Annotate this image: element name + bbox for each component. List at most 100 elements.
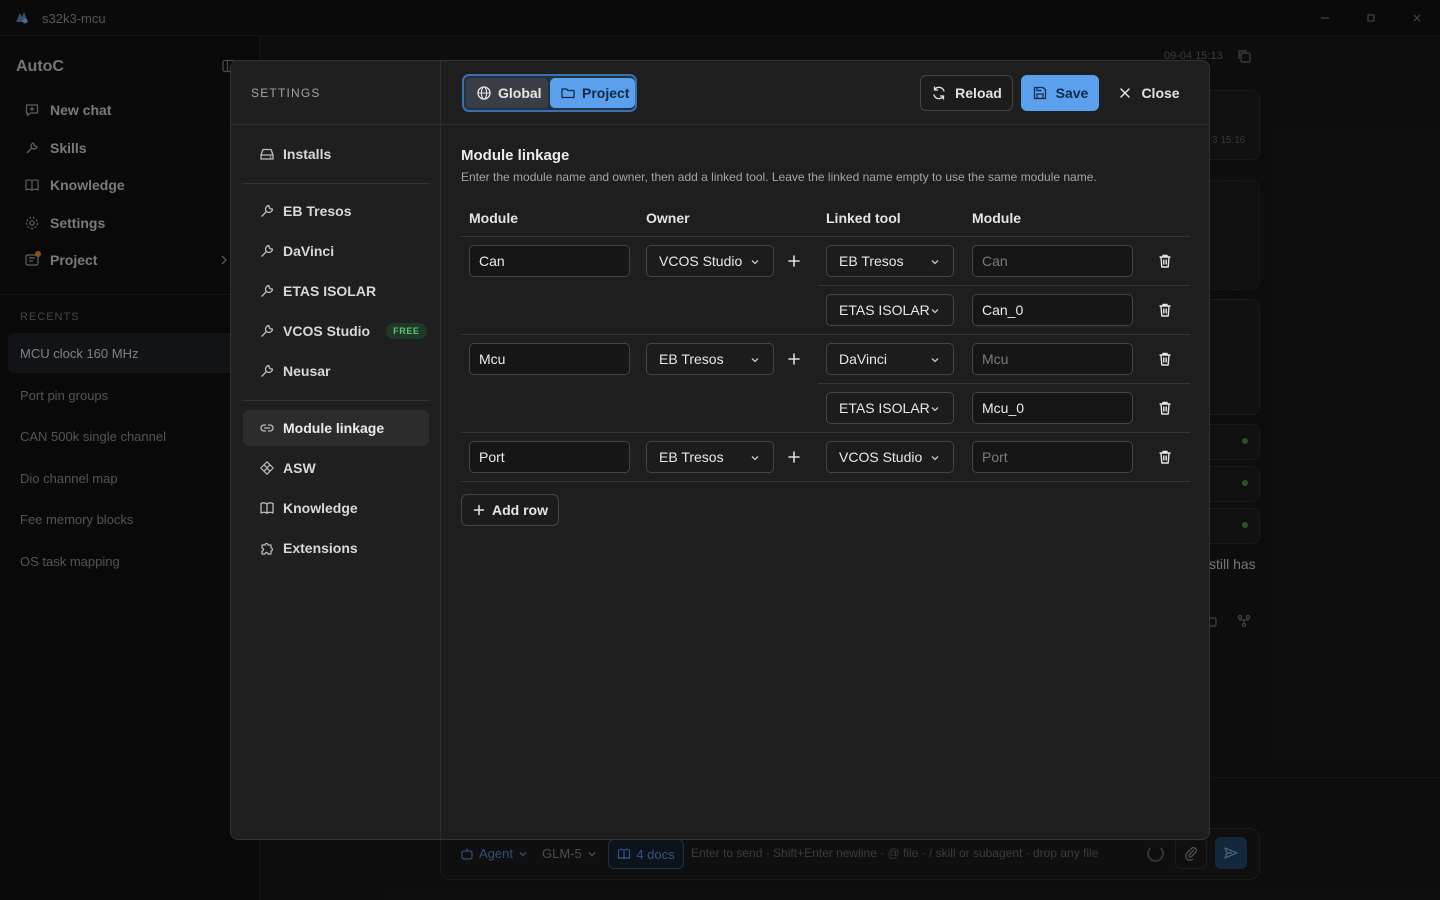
trash-icon[interactable] [1157, 302, 1173, 318]
owner-select[interactable]: EB Tresos [646, 441, 774, 473]
table-divider [818, 285, 1190, 286]
settings-nav-module-linkage[interactable]: Module linkage [243, 410, 429, 446]
column-header-module: Module [469, 210, 518, 226]
free-badge: FREE [386, 323, 427, 339]
settings-nav-eb-tresos[interactable]: EB Tresos [243, 193, 429, 229]
globe-icon [476, 85, 492, 101]
add-row-button[interactable]: Add row [461, 494, 559, 526]
wrench-icon [259, 363, 275, 379]
settings-dialog: SETTINGS Installs EB Tresos DaVinci ETAS… [230, 60, 1210, 840]
module-input[interactable]: Mcu [469, 343, 630, 375]
linked-module-input[interactable]: Can_0 [972, 294, 1133, 326]
puzzle-icon [259, 540, 275, 556]
owner-select-value: EB Tresos [659, 449, 724, 465]
save-button[interactable]: Save [1021, 75, 1099, 111]
reload-label: Reload [955, 85, 1002, 101]
trash-icon[interactable] [1157, 449, 1173, 465]
settings-nav-etas-isolar[interactable]: ETAS ISOLAR [243, 273, 429, 309]
wrench-icon [259, 283, 275, 299]
settings-nav-label: EB Tresos [283, 203, 352, 219]
linked-module-input[interactable]: Port [972, 441, 1133, 473]
add-link-plus-icon[interactable] [786, 351, 802, 367]
linked-tool-value: DaVinci [839, 351, 887, 367]
nav-separator [243, 400, 429, 401]
folder-icon [560, 85, 576, 101]
owner-select-value: VCOS Studio [659, 253, 743, 269]
nav-separator [243, 183, 429, 184]
chevron-down-icon [750, 257, 760, 267]
column-header-owner: Owner [646, 210, 690, 226]
scope-global-label: Global [498, 85, 542, 101]
close-label: Close [1141, 85, 1180, 101]
settings-nav-knowledge[interactable]: Knowledge [243, 490, 429, 526]
reload-button[interactable]: Reload [920, 75, 1013, 111]
owner-select[interactable]: EB Tresos [646, 343, 774, 375]
save-label: Save [1055, 85, 1089, 101]
linked-tool-select[interactable]: VCOS Studio [826, 441, 954, 473]
asw-icon [259, 460, 275, 476]
save-icon [1032, 85, 1048, 101]
chevron-down-icon [750, 453, 760, 463]
linked-tool-select[interactable]: EB Tresos [826, 245, 954, 277]
settings-nav-vcos-studio[interactable]: VCOS Studio FREE [243, 313, 429, 349]
scope-toggle: Global Project [462, 74, 637, 112]
plus-icon [472, 503, 486, 517]
linked-tool-select[interactable]: ETAS ISOLAR [826, 392, 954, 424]
wrench-icon [259, 243, 275, 259]
add-row-label: Add row [492, 502, 548, 518]
settings-nav-extensions[interactable]: Extensions [243, 530, 429, 566]
trash-icon[interactable] [1157, 400, 1173, 416]
chevron-down-icon [930, 306, 940, 316]
chevron-down-icon [930, 355, 940, 365]
chevron-down-icon [930, 257, 940, 267]
owner-select[interactable]: VCOS Studio [646, 245, 774, 277]
chevron-down-icon [750, 355, 760, 365]
settings-nav-neusar[interactable]: Neusar [243, 353, 429, 389]
settings-nav-label: Extensions [283, 540, 358, 556]
link-icon [259, 420, 275, 436]
linked-tool-value: EB Tresos [839, 253, 904, 269]
table-divider [461, 481, 1190, 482]
settings-nav-installs[interactable]: Installs [243, 136, 429, 172]
settings-nav-label: Neusar [283, 363, 331, 379]
module-input[interactable]: Port [469, 441, 630, 473]
linked-module-input[interactable]: Mcu_0 [972, 392, 1133, 424]
settings-nav-label: DaVinci [283, 243, 335, 259]
scope-project-button[interactable]: Project [550, 78, 635, 108]
settings-nav-label: ASW [283, 460, 316, 476]
scope-global-button[interactable]: Global [466, 78, 548, 108]
settings-nav-asw[interactable]: ASW [243, 450, 429, 486]
add-link-plus-icon[interactable] [786, 449, 802, 465]
settings-nav-davinci[interactable]: DaVinci [243, 233, 429, 269]
linked-module-input[interactable]: Can [972, 245, 1133, 277]
column-header-linked-tool: Linked tool [826, 210, 901, 226]
table-divider [461, 236, 1190, 237]
linked-tool-value: VCOS Studio [839, 449, 923, 465]
trash-icon[interactable] [1157, 351, 1173, 367]
linked-module-input[interactable]: Mcu [972, 343, 1133, 375]
close-icon [1117, 85, 1133, 101]
chevron-down-icon [930, 453, 940, 463]
add-link-plus-icon[interactable] [786, 253, 802, 269]
wrench-icon [259, 203, 275, 219]
wrench-icon [259, 323, 275, 339]
close-button[interactable]: Close [1111, 75, 1186, 111]
chevron-down-icon [930, 404, 940, 414]
module-input[interactable]: Can [469, 245, 630, 277]
column-header-linked-module: Module [972, 210, 1021, 226]
table-divider [461, 432, 1190, 433]
trash-icon[interactable] [1157, 253, 1173, 269]
section-description: Enter the module name and owner, then ad… [461, 170, 1097, 184]
table-divider [818, 383, 1190, 384]
linked-tool-select[interactable]: ETAS ISOLAR [826, 294, 954, 326]
settings-nav-label: Knowledge [283, 500, 358, 516]
drive-icon [259, 146, 275, 162]
refresh-icon [931, 85, 947, 101]
book-icon [259, 500, 275, 516]
dialog-header-divider [231, 124, 1209, 125]
scope-project-label: Project [582, 85, 630, 101]
settings-nav-label: Installs [283, 146, 332, 162]
owner-select-value: EB Tresos [659, 351, 724, 367]
linked-tool-select[interactable]: DaVinci [826, 343, 954, 375]
table-divider [461, 334, 1190, 335]
